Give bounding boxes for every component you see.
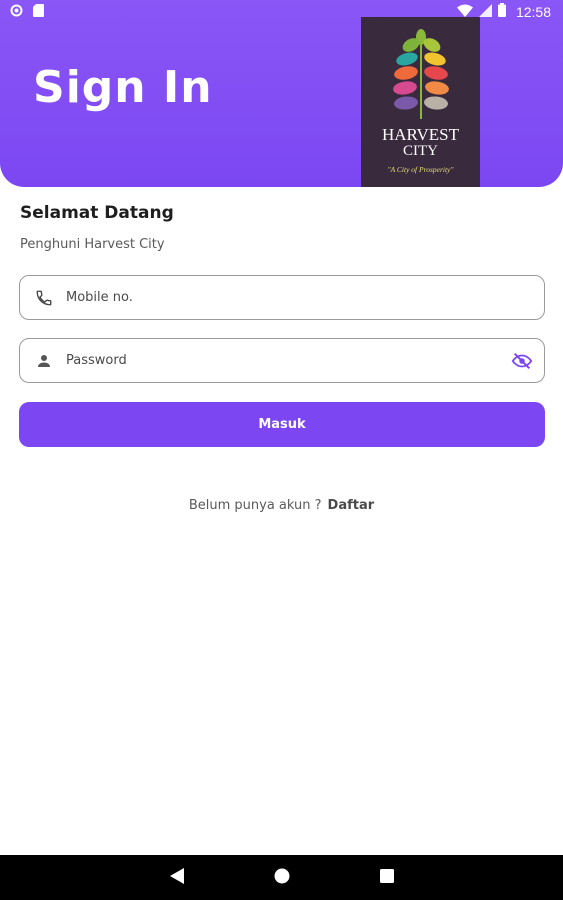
circle-status-icon bbox=[10, 4, 23, 21]
signal-icon bbox=[478, 3, 492, 21]
password-input[interactable] bbox=[66, 353, 500, 368]
logo-name-line1: HARVEST bbox=[381, 125, 460, 144]
daftar-link[interactable]: Daftar bbox=[328, 498, 375, 513]
leaf-tree-icon bbox=[392, 29, 449, 119]
status-time: 12:58 bbox=[515, 4, 551, 20]
header-banner: 12:58 Sign In HARVEST CITY "A City of Pr… bbox=[0, 0, 563, 187]
phone-icon bbox=[20, 289, 66, 307]
welcome-subheading: Penghuni Harvest City bbox=[20, 237, 165, 252]
person-icon bbox=[20, 352, 66, 370]
register-prompt: Belum punya akun ? Daftar bbox=[0, 498, 563, 513]
password-field[interactable] bbox=[19, 338, 545, 383]
sdcard-icon bbox=[33, 3, 44, 21]
battery-icon bbox=[497, 3, 506, 21]
register-prompt-text: Belum punya akun ? bbox=[188, 498, 322, 513]
logo-name-line2: CITY bbox=[403, 143, 438, 159]
visibility-off-icon[interactable] bbox=[500, 350, 544, 372]
mobile-input[interactable] bbox=[66, 290, 544, 305]
home-icon[interactable] bbox=[274, 868, 290, 888]
masuk-button[interactable]: Masuk bbox=[19, 402, 545, 447]
recents-icon[interactable] bbox=[379, 868, 394, 887]
harvest-city-logo: HARVEST CITY "A City of Prosperity" bbox=[361, 17, 480, 187]
back-icon[interactable] bbox=[169, 867, 184, 888]
mobile-field[interactable] bbox=[19, 275, 545, 320]
logo-tagline: "A City of Prosperity" bbox=[387, 165, 454, 174]
welcome-heading: Selamat Datang bbox=[20, 203, 174, 223]
page-title: Sign In bbox=[33, 62, 213, 113]
navigation-bar bbox=[0, 855, 563, 900]
